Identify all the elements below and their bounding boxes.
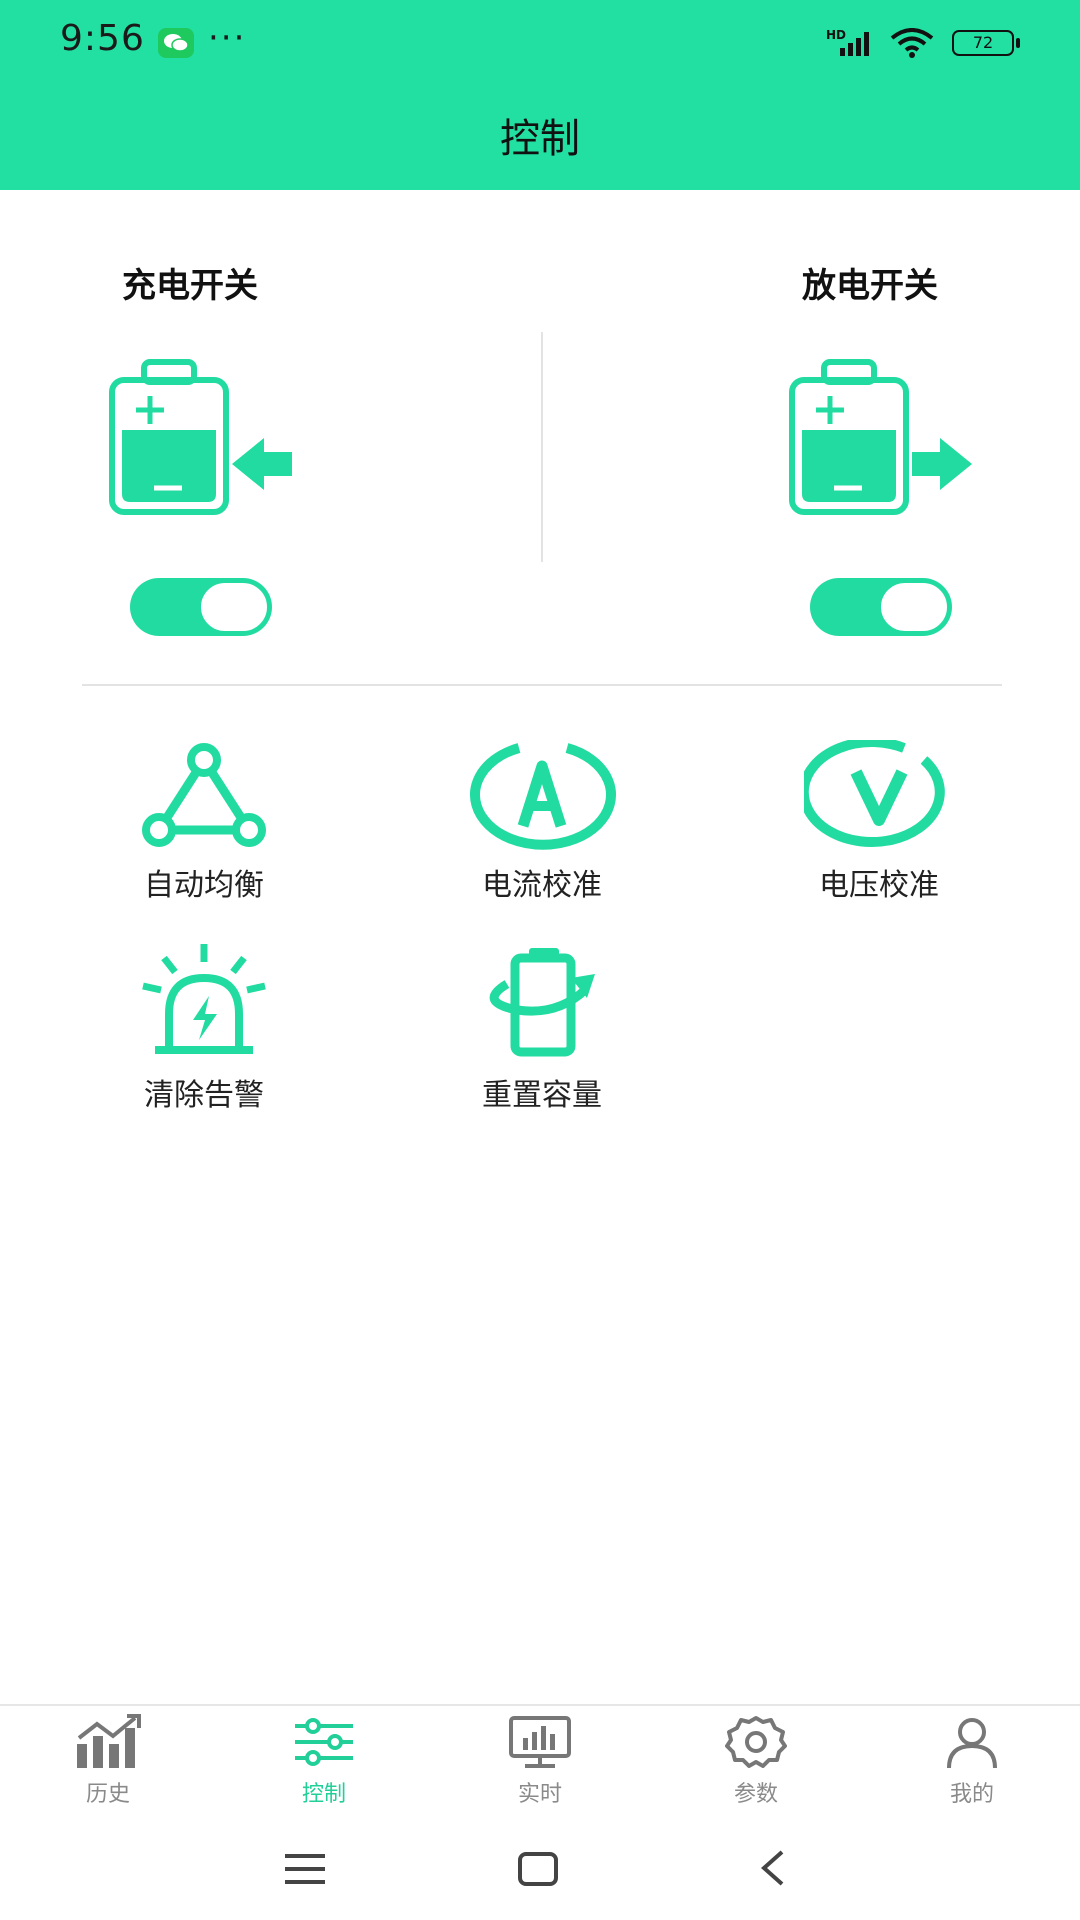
voltage-calibration-label: 电压校准: [819, 868, 939, 903]
gear-icon: [725, 1716, 787, 1768]
toggle-knob: [878, 580, 950, 634]
nav-divider: [0, 1704, 1080, 1706]
nav-control-label: 控制: [301, 1782, 346, 1807]
balance-triangle-icon: [142, 743, 266, 847]
auto-balance-button[interactable]: 自动均衡: [104, 740, 304, 904]
reset-capacity-button[interactable]: 重置容量: [442, 940, 642, 1114]
auto-balance-label: 自动均衡: [144, 868, 264, 903]
battery-nub: [1016, 38, 1020, 48]
nav-params-label: 参数: [733, 1782, 778, 1807]
wifi-icon: [890, 28, 934, 58]
more-notifications-indicator: ···: [208, 18, 247, 58]
home-icon[interactable]: [518, 1852, 558, 1886]
alarm-light-icon: [142, 944, 266, 1054]
chart-icon: [77, 1714, 141, 1768]
nav-history-label: 历史: [85, 1782, 130, 1807]
voltage-v-icon: [804, 740, 945, 848]
user-icon: [947, 1718, 997, 1769]
status-time: 9:56: [60, 18, 145, 59]
charge-toggle[interactable]: [130, 578, 272, 636]
back-icon[interactable]: [758, 1848, 788, 1888]
page-title: 控制: [500, 116, 580, 162]
battery-status-icon: 72: [952, 30, 1014, 56]
wechat-notification-icon: [158, 28, 194, 58]
sliders-icon: [295, 1718, 353, 1766]
signal-icon: [840, 32, 869, 56]
nav-control[interactable]: 控制: [216, 1714, 432, 1808]
nav-mine-label: 我的: [949, 1782, 994, 1807]
nav-realtime[interactable]: 实时: [432, 1714, 648, 1808]
current-a-icon: [470, 743, 616, 850]
monitor-icon: [509, 1716, 571, 1768]
nav-realtime-label: 实时: [517, 1782, 562, 1807]
battery-discharge-icon: [789, 359, 972, 515]
toggle-knob: [198, 580, 270, 634]
clear-alarm-button[interactable]: 清除告警: [104, 940, 304, 1114]
recent-apps-icon[interactable]: [283, 1852, 327, 1886]
section-divider: [82, 684, 1002, 686]
reset-capacity-icon: [489, 948, 595, 1057]
discharge-toggle[interactable]: [810, 578, 952, 636]
reset-capacity-label: 重置容量: [482, 1078, 602, 1113]
voltage-calibration-button[interactable]: 电压校准: [779, 740, 979, 904]
nav-history[interactable]: 历史: [0, 1714, 216, 1808]
nav-params[interactable]: 参数: [648, 1714, 864, 1808]
battery-charge-icon: [109, 359, 292, 515]
current-calibration-label: 电流校准: [482, 868, 602, 903]
clear-alarm-label: 清除告警: [144, 1078, 264, 1113]
current-calibration-button[interactable]: 电流校准: [442, 740, 642, 904]
discharge-switch-title: 放电开关: [802, 266, 938, 306]
nav-mine[interactable]: 我的: [864, 1714, 1080, 1808]
vertical-divider: [541, 332, 543, 562]
charge-switch-title: 充电开关: [122, 266, 258, 306]
